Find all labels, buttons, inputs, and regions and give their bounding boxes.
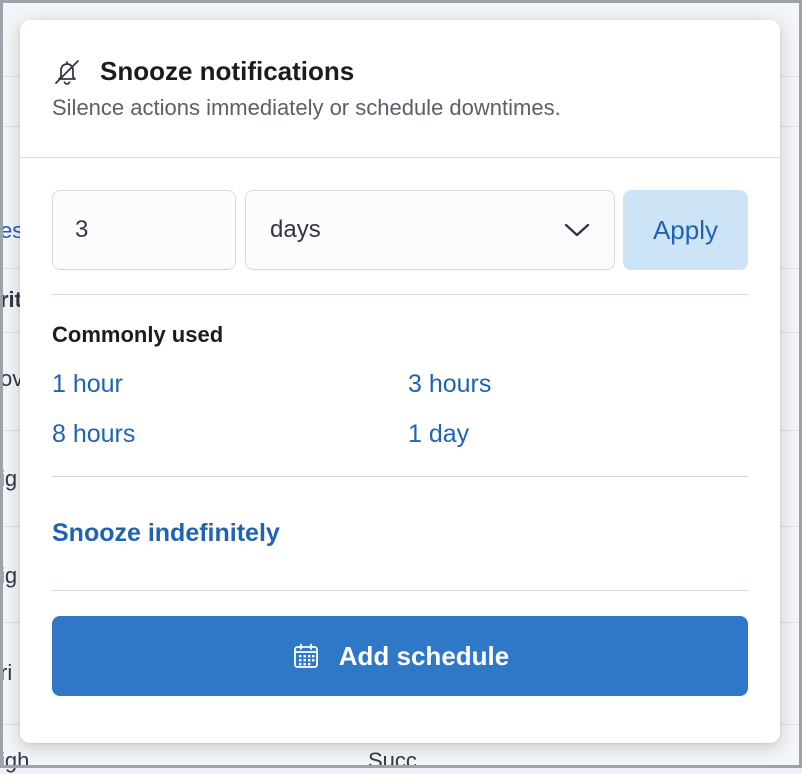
divider <box>52 476 748 477</box>
bg-fragment: igh <box>0 748 30 773</box>
snooze-indefinitely-link[interactable]: Snooze indefinitely <box>52 519 280 548</box>
popover-title: Snooze notifications <box>100 56 355 86</box>
bg-fragment: Succ <box>368 748 417 773</box>
chevron-down-icon <box>564 223 590 237</box>
popover-header: Snooze notifications Silence actions imm… <box>20 20 780 158</box>
divider <box>52 294 748 295</box>
bell-slash-icon <box>55 59 79 85</box>
apply-button[interactable]: Apply <box>623 190 748 270</box>
quick-option-3-hours[interactable]: 3 hours <box>408 370 491 399</box>
title-row: Snooze notifications <box>52 56 354 87</box>
snooze-popover: Snooze notifications Silence actions imm… <box>20 20 780 743</box>
divider <box>52 590 748 591</box>
quick-option-8-hours[interactable]: 8 hours <box>52 420 135 449</box>
bg-fragment: ig <box>0 563 18 588</box>
unit-select[interactable]: days <box>245 190 615 270</box>
add-schedule-button[interactable]: Add schedule <box>52 616 748 696</box>
add-schedule-label: Add schedule <box>338 640 510 671</box>
duration-input[interactable] <box>52 190 236 270</box>
snooze-controls: days Apply <box>52 190 748 270</box>
popover-subtitle: Silence actions immediately or schedule … <box>52 95 561 120</box>
bg-fragment: ri <box>0 660 13 685</box>
bg-fragment: rit <box>0 287 22 312</box>
bg-fragment: ig <box>0 466 18 491</box>
calendar-icon <box>293 643 318 668</box>
quick-option-1-day[interactable]: 1 day <box>408 420 469 449</box>
quick-option-1-hour[interactable]: 1 hour <box>52 370 123 399</box>
unit-select-value: days <box>270 216 321 243</box>
commonly-used-heading: Commonly used <box>52 322 224 347</box>
